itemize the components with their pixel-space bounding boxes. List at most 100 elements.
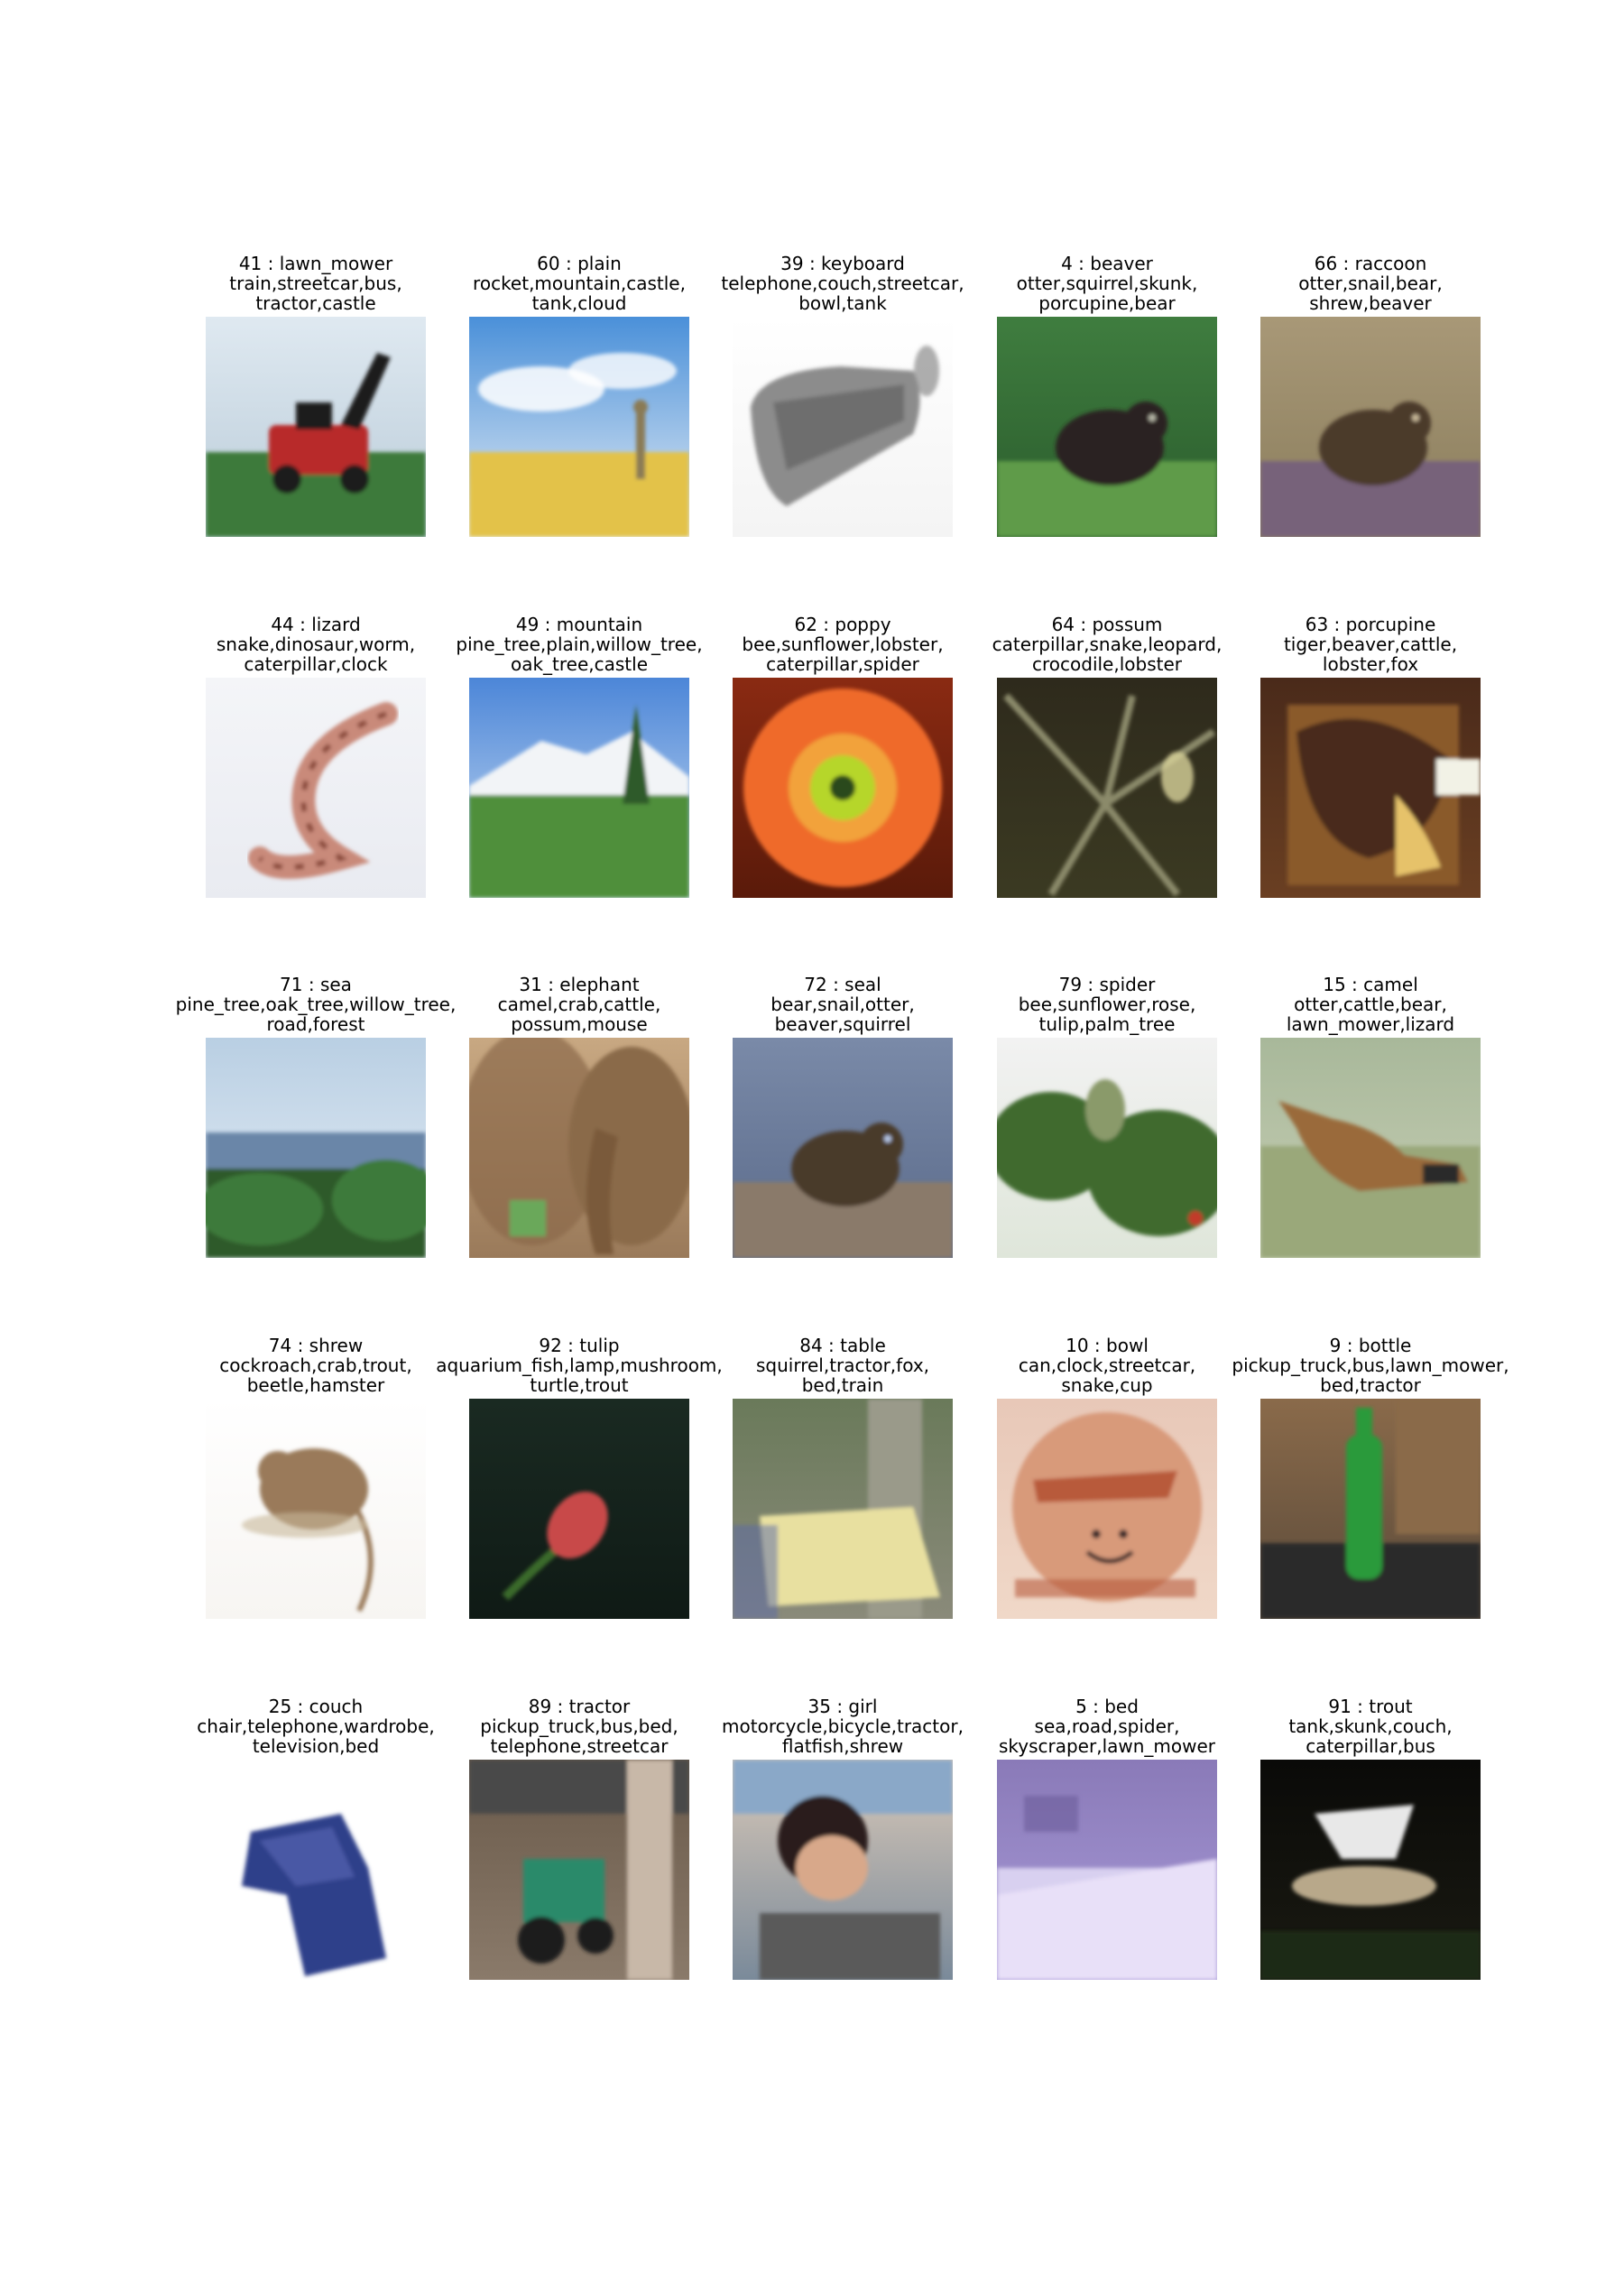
top5-predictions-text: beetle,hamster: [246, 1374, 385, 1396]
sample-caption: 91 : trout tank,skunk,couch, caterpillar,b…: [1217, 1696, 1524, 1756]
sample-thumbnail: [206, 678, 426, 898]
top5-predictions-text: television,bed: [252, 1735, 380, 1757]
top5-predictions-text: caterpillar,spider: [766, 653, 919, 675]
sample-thumbnail: [206, 1038, 426, 1258]
top5-predictions-text: can,clock,streetcar,: [1018, 1354, 1196, 1376]
top5-predictions-text: beaver,squirrel: [774, 1013, 911, 1035]
sample-thumbnail: [997, 1038, 1217, 1258]
sample-caption: 89 : tractor pickup_truck,bus,bed, telepho…: [426, 1696, 733, 1756]
sample-thumbnail: [469, 678, 689, 898]
sample-caption: 49 : mountain pine_tree,plain,willow_tree…: [426, 615, 733, 674]
true-label-text: 64 : possum: [1051, 614, 1163, 635]
top5-predictions-text: bee,sunflower,lobster,: [742, 633, 944, 655]
sample-caption: 64 : possum caterpillar,snake,leopard, cro…: [954, 615, 1260, 674]
true-label-text: 60 : plain: [537, 253, 622, 274]
sample-thumbnail: [733, 1399, 953, 1619]
sample-caption: 35 : girl motorcycle,bicycle,tractor, flat…: [689, 1696, 996, 1756]
sample-caption: 41 : lawn_mower train,streetcar,bus, tract…: [162, 254, 469, 313]
sample-caption: 74 : shrew cockroach,crab,trout, beetle,ha…: [162, 1336, 469, 1395]
sample-thumbnail: [997, 678, 1217, 898]
top5-predictions-text: telephone,couch,streetcar,: [721, 273, 964, 294]
top5-predictions-text: motorcycle,bicycle,tractor,: [722, 1715, 964, 1737]
true-label-text: 9 : bottle: [1329, 1335, 1412, 1356]
top5-predictions-text: lawn_mower,lizard: [1286, 1013, 1455, 1035]
top5-predictions-text: chair,telephone,wardrobe,: [197, 1715, 435, 1737]
top5-predictions-text: telephone,streetcar: [490, 1735, 669, 1757]
top5-predictions-text: squirrel,tractor,fox,: [755, 1354, 930, 1376]
sample-caption: 9 : bottle pickup_truck,bus,lawn_mower, be…: [1217, 1336, 1524, 1395]
top5-predictions-text: otter,snail,bear,: [1298, 273, 1443, 294]
sample-thumbnail: [997, 317, 1217, 537]
top5-predictions-text: pine_tree,plain,willow_tree,: [456, 633, 703, 655]
sample-thumbnail: [997, 1760, 1217, 1980]
sample-caption: 84 : table squirrel,tractor,fox, bed,train: [689, 1336, 996, 1395]
true-label-text: 41 : lawn_mower: [238, 253, 393, 274]
top5-predictions-text: otter,squirrel,skunk,: [1016, 273, 1198, 294]
sample-thumbnail: [469, 1399, 689, 1619]
true-label-text: 10 : bowl: [1066, 1335, 1149, 1356]
sample-caption: 92 : tulip aquarium_fish,lamp,mushroom, tu…: [426, 1336, 733, 1395]
top5-predictions-text: skyscraper,lawn_mower: [998, 1735, 1216, 1757]
true-label-text: 39 : keyboard: [780, 253, 905, 274]
true-label-text: 71 : sea: [280, 974, 352, 995]
sample-caption: 31 : elephant camel,crab,cattle, possum,mo…: [426, 975, 733, 1034]
top5-predictions-text: tank,cloud: [531, 292, 627, 314]
top5-predictions-text: pine_tree,oak_tree,willow_tree,: [175, 994, 457, 1015]
top5-predictions-text: aquarium_fish,lamp,mushroom,: [436, 1354, 723, 1376]
true-label-text: 84 : table: [799, 1335, 886, 1356]
sample-caption: 4 : beaver otter,squirrel,skunk, porcupine…: [954, 254, 1260, 313]
sample-thumbnail: [206, 317, 426, 537]
top5-predictions-text: bed,train: [801, 1374, 884, 1396]
top5-predictions-text: flatfish,shrew: [781, 1735, 904, 1757]
sample-thumbnail: [469, 317, 689, 537]
true-label-text: 62 : poppy: [794, 614, 891, 635]
top5-predictions-text: snake,dinosaur,worm,: [216, 633, 416, 655]
true-label-text: 92 : tulip: [539, 1335, 620, 1356]
top5-predictions-text: tank,skunk,couch,: [1288, 1715, 1453, 1737]
top5-predictions-text: rocket,mountain,castle,: [473, 273, 686, 294]
true-label-text: 89 : tractor: [528, 1696, 631, 1717]
sample-caption: 60 : plain rocket,mountain,castle, tank,cl…: [426, 254, 733, 313]
top5-predictions-text: crocodile,lobster: [1032, 653, 1182, 675]
top5-predictions-text: bee,sunflower,rose,: [1018, 994, 1196, 1015]
sample-caption: 44 : lizard snake,dinosaur,worm, caterpill…: [162, 615, 469, 674]
true-label-text: 79 : spider: [1058, 974, 1156, 995]
sample-grid: 41 : lawn_mower train,streetcar,bus, tract…: [0, 0, 1624, 2274]
sample-caption: 39 : keyboard telephone,couch,streetcar, b…: [689, 254, 996, 313]
sample-caption: 79 : spider bee,sunflower,rose, tulip,palm…: [954, 975, 1260, 1034]
true-label-text: 63 : porcupine: [1305, 614, 1436, 635]
top5-predictions-text: otter,cattle,bear,: [1294, 994, 1447, 1015]
sample-thumbnail: [733, 1760, 953, 1980]
true-label-text: 35 : girl: [807, 1696, 878, 1717]
top5-predictions-text: tiger,beaver,cattle,: [1283, 633, 1458, 655]
top5-predictions-text: oak_tree,castle: [510, 653, 649, 675]
top5-predictions-text: bowl,tank: [798, 292, 887, 314]
true-label-text: 72 : seal: [804, 974, 881, 995]
top5-predictions-text: turtle,trout: [530, 1374, 629, 1396]
true-label-text: 44 : lizard: [271, 614, 361, 635]
top5-predictions-text: camel,crab,cattle,: [497, 994, 661, 1015]
top5-predictions-text: bed,tractor: [1320, 1374, 1421, 1396]
sample-caption: 10 : bowl can,clock,streetcar, snake,cup: [954, 1336, 1260, 1395]
sample-thumbnail: [733, 678, 953, 898]
sample-thumbnail: [469, 1038, 689, 1258]
sample-thumbnail: [733, 317, 953, 537]
top5-predictions-text: shrew,beaver: [1309, 292, 1432, 314]
true-label-text: 66 : raccoon: [1314, 253, 1427, 274]
sample-caption: 25 : couch chair,telephone,wardrobe, telev…: [162, 1696, 469, 1756]
sample-thumbnail: [1260, 1760, 1481, 1980]
top5-predictions-text: tractor,castle: [255, 292, 376, 314]
sample-caption: 72 : seal bear,snail,otter, beaver,squirre…: [689, 975, 996, 1034]
sample-thumbnail: [469, 1760, 689, 1980]
true-label-text: 15 : camel: [1323, 974, 1418, 995]
true-label-text: 4 : beaver: [1061, 253, 1153, 274]
top5-predictions-text: possum,mouse: [511, 1013, 648, 1035]
top5-predictions-text: sea,road,spider,: [1034, 1715, 1180, 1737]
sample-thumbnail: [997, 1399, 1217, 1619]
sample-thumbnail: [1260, 1399, 1481, 1619]
true-label-text: 74 : shrew: [268, 1335, 364, 1356]
sample-thumbnail: [1260, 678, 1481, 898]
sample-thumbnail: [1260, 1038, 1481, 1258]
sample-caption: 62 : poppy bee,sunflower,lobster, caterpil…: [689, 615, 996, 674]
top5-predictions-text: train,streetcar,bus,: [229, 273, 402, 294]
